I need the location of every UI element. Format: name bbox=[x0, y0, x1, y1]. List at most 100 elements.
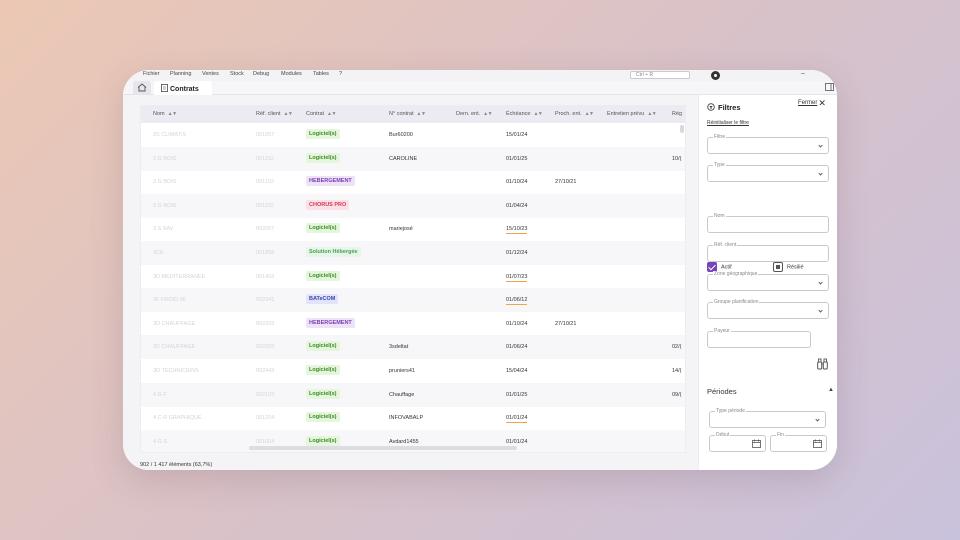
tab-contrats-label: Contrats bbox=[170, 86, 199, 93]
filtre-label: Filtre bbox=[713, 134, 727, 140]
fin-date-field[interactable]: Fin bbox=[770, 432, 827, 452]
cell-nom: 3D TECHNICIENS bbox=[153, 368, 199, 374]
column-contrat[interactable]: Contrat ▲▼ bbox=[306, 111, 336, 117]
contract-type-badge: HEBERGEMENT bbox=[306, 176, 355, 187]
sort-icon: ▲▼ bbox=[483, 111, 493, 117]
column-reg[interactable]: Rég bbox=[672, 111, 682, 117]
ref-client-field[interactable]: Réf. client bbox=[707, 242, 829, 262]
cell-echeance: 01/06/12 bbox=[506, 297, 528, 306]
contract-type-badge: CHORUS PRO bbox=[306, 199, 350, 210]
cell-ref-client: 002443 bbox=[256, 368, 275, 374]
cell-ref-client: 001204 bbox=[256, 415, 275, 422]
cell-numero-contrat: pruniers41 bbox=[389, 368, 415, 374]
table-row[interactable]: 4 C R GRAPHIQUE 001204 INFOVABALP 01/01/24 L… bbox=[141, 406, 685, 430]
element-count: 902 / 1 417 éléments (63,7%) bbox=[140, 462, 213, 468]
payeur-field[interactable]: Payeur bbox=[707, 328, 811, 348]
cell-echeance: 15/01/24 bbox=[506, 132, 528, 138]
search-input[interactable]: Ctrl + R bbox=[630, 71, 690, 79]
reset-filter-link[interactable]: Réinitialiser le filtre bbox=[707, 120, 749, 126]
column-dern-ent[interactable]: Dern. ent. ▲▼ bbox=[456, 111, 493, 117]
cell-ref-client: 002341 bbox=[256, 297, 275, 304]
contract-type-badge: BATeCOM bbox=[306, 294, 339, 305]
cell-numero-contrat: INFOVABALP bbox=[389, 415, 424, 422]
menu-ventes[interactable]: Ventes bbox=[202, 71, 219, 77]
menu-modules[interactable]: Modules bbox=[281, 71, 302, 77]
panel-toggle-icon[interactable] bbox=[825, 83, 834, 91]
type-select[interactable]: Type bbox=[707, 162, 829, 182]
vertical-scrollbar[interactable] bbox=[680, 125, 684, 133]
column-echeance[interactable]: Échéance ▲▼ bbox=[506, 111, 543, 117]
menu-help[interactable]: ? bbox=[339, 71, 342, 77]
user-avatar-icon[interactable] bbox=[711, 71, 720, 80]
sort-icon: ▲▼ bbox=[327, 111, 336, 117]
cell-nom: 3D MEDITERRANEE bbox=[153, 273, 206, 280]
debut-date-field[interactable]: Début bbox=[709, 432, 766, 452]
nom-field[interactable]: Nom bbox=[707, 213, 829, 233]
column-nom[interactable]: Nom ▲▼ bbox=[153, 111, 177, 117]
contract-type-badge: Logiciel(s) bbox=[306, 341, 340, 352]
contracts-grid: Nom ▲▼ Réf. client ▲▼ Contrat ▲▼ N° contrat… bbox=[140, 105, 686, 453]
minimize-button[interactable]: – bbox=[801, 70, 805, 77]
filtre-select[interactable]: Filtre bbox=[707, 134, 829, 154]
cell-ref-client: 002057 bbox=[256, 226, 275, 233]
contract-type-badge: Logiciel(s) bbox=[306, 152, 340, 163]
cell-nom: 4 G F bbox=[153, 391, 167, 398]
cell-numero-contrat: Chauffage bbox=[389, 391, 415, 398]
tab-home[interactable] bbox=[133, 81, 151, 94]
ref-client-label: Réf. client bbox=[713, 242, 738, 248]
close-filters-button[interactable]: Fermer✕ bbox=[798, 98, 826, 109]
table-row[interactable]: 3D MEDITERRANEE 001403 01/07/23 Logiciel(s) bbox=[141, 265, 685, 289]
cell-nom: 3 G BOIS bbox=[153, 179, 177, 186]
table-row[interactable]: 3 G BOIS 001152 01/10/24 27/10/21 HEBERGEMEN… bbox=[141, 170, 685, 194]
binoculars-icon[interactable] bbox=[817, 358, 828, 370]
horizontal-scrollbar[interactable] bbox=[249, 446, 517, 450]
table-row[interactable]: 3D TECHNICIENS 002443 pruniers41 15/04/24 14… bbox=[141, 359, 685, 383]
column-entretien-prevu[interactable]: Entretien prévu ▲▼ bbox=[607, 111, 657, 117]
cell-ref-client: 001057 bbox=[256, 132, 275, 138]
table-row[interactable]: 3D CHAUFFAGE 002203 3sdeltat 01/06/24 02/(Lo… bbox=[141, 335, 685, 360]
cell-echeance: 01/06/24 bbox=[506, 344, 528, 351]
cell-nom: 3D CHAUFFAGE bbox=[153, 344, 196, 351]
table-row[interactable]: 3 S SAV 002057 mariejosé 15/10/23 Logiciel(s… bbox=[141, 217, 685, 241]
sort-icon: ▲▼ bbox=[533, 111, 543, 117]
menu-stock[interactable]: Stock bbox=[230, 71, 244, 77]
column-ref-client[interactable]: Réf. client ▲▼ bbox=[256, 111, 293, 117]
document-icon bbox=[161, 84, 168, 92]
table-row[interactable]: 3 G BOIS 001152 01/04/24 CHORUS PRO bbox=[141, 193, 685, 218]
overdue-date: 15/10/23 bbox=[506, 226, 528, 235]
chevron-down-icon bbox=[818, 308, 823, 313]
tab-contrats[interactable]: Contrats bbox=[154, 81, 212, 95]
menu-debug[interactable]: Debug bbox=[253, 71, 269, 77]
calendar-icon[interactable] bbox=[813, 439, 822, 448]
cell-nom: 3F FROID 06 bbox=[153, 297, 186, 304]
chevron-down-icon bbox=[818, 143, 823, 148]
calendar-icon[interactable] bbox=[752, 439, 761, 448]
cell-ref-client: 001152 bbox=[256, 202, 274, 209]
table-row[interactable]: 4 G F 002103 Chauffage 01/01/25 09/(Logiciel… bbox=[141, 382, 685, 407]
zone-label: Zone géographique bbox=[713, 271, 759, 277]
column-numero-contrat[interactable]: N° contrat ▲▼ bbox=[389, 111, 426, 117]
table-row[interactable]: 3 G BOIS 001152 CAROLINE 01/01/25 10/(Logici… bbox=[141, 146, 685, 171]
table-row[interactable]: 3D CHAUFFAGE 002203 01/10/24 27/10/21 HEBERG… bbox=[141, 312, 685, 336]
overdue-date: 01/01/24 bbox=[506, 415, 528, 424]
cell-ref-client: 001858 bbox=[256, 250, 275, 256]
menu-fichier[interactable]: Fichier bbox=[143, 71, 160, 77]
type-periode-select[interactable]: Type période bbox=[709, 408, 826, 428]
collapse-icon[interactable]: ▲ bbox=[828, 387, 834, 393]
contract-type-badge: Solution Hébergée bbox=[306, 247, 361, 257]
groupe-planification-select[interactable]: Groupe planification bbox=[707, 299, 829, 319]
cell-ref-client: 001152 bbox=[256, 155, 274, 162]
table-row[interactable]: 3F FROID 06 002341 01/06/12 BATeCOM bbox=[141, 288, 685, 313]
menu-planning[interactable]: Planning bbox=[170, 71, 191, 77]
cell-echeance: 01/12/24 bbox=[506, 250, 528, 256]
resilie-checkbox[interactable]: Résilié bbox=[773, 262, 804, 272]
cell-echeance: 15/04/24 bbox=[506, 368, 528, 374]
zone-geographique-select[interactable]: Zone géographique bbox=[707, 271, 829, 291]
column-proch-ent[interactable]: Proch. ent. ▲▼ bbox=[555, 111, 594, 117]
menu-tables[interactable]: Tables bbox=[313, 71, 329, 77]
cell-ref-client: 002203 bbox=[256, 320, 275, 327]
table-row[interactable]: 3CE 001858 01/12/24 Solution Hébergée bbox=[141, 241, 685, 265]
actif-label: Actif bbox=[721, 264, 732, 271]
contract-type-badge: Logiciel(s) bbox=[306, 388, 340, 399]
table-row[interactable]: 3S CLIMATIS 001057 Bur60200 15/01/24 Logicie… bbox=[141, 123, 685, 147]
